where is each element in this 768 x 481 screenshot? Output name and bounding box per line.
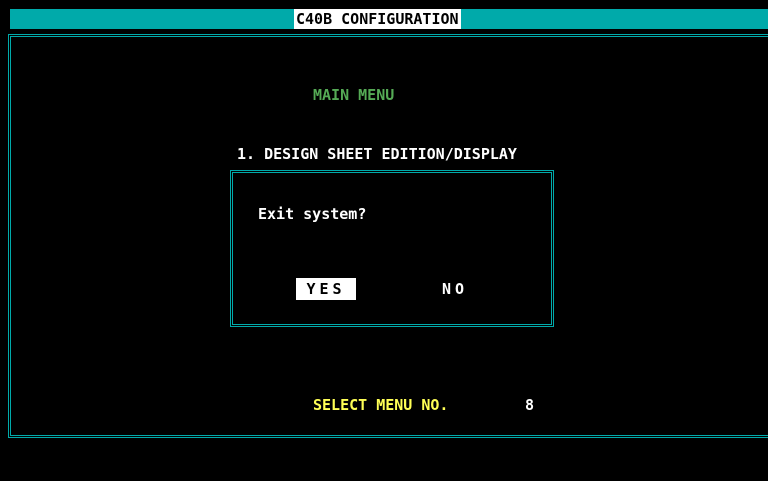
window-title: C40B CONFIGURATION	[294, 9, 461, 29]
menu-item-design-sheet[interactable]: 1. DESIGN SHEET EDITION/DISPLAY	[237, 145, 517, 163]
select-menu-input[interactable]: 8	[525, 396, 534, 414]
yes-button[interactable]: YES	[296, 278, 356, 300]
no-button[interactable]: NO	[433, 278, 477, 300]
main-menu-heading: MAIN MENU	[313, 86, 395, 104]
title-bar: C40B CONFIGURATION	[10, 9, 768, 29]
exit-dialog: Exit system? YES NO	[230, 170, 554, 327]
dialog-message: Exit system?	[258, 205, 367, 223]
select-menu-label: SELECT MENU NO.	[313, 396, 449, 414]
